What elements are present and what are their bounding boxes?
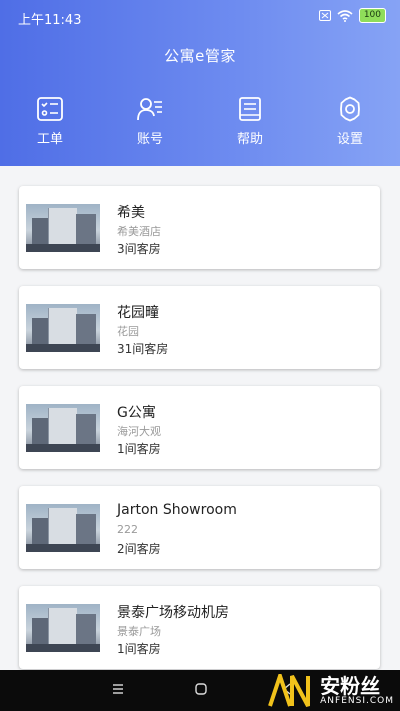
watermark-logo [268,674,311,707]
watermark-en: ANFENSI.COM [320,696,394,706]
property-subtitle: 222 [117,523,138,536]
property-card[interactable]: Jarton Showroom 222 2间客房 [19,486,380,569]
watermark: 安粉丝 ANFENSI.COM [268,674,394,708]
property-thumbnail [26,504,100,552]
property-name: 花园疃 [117,305,159,321]
sim-off-icon [318,10,331,21]
user-list-icon [137,98,162,121]
property-card[interactable]: G公寓 海河大观 1间客房 [19,386,380,469]
menu-icon[interactable] [111,682,125,696]
nav-item-settings[interactable]: 设置 [315,96,385,147]
status-icons: 100 [318,8,386,23]
nav-label-help: 帮助 [236,132,263,147]
home-icon[interactable] [194,682,208,696]
property-subtitle: 景泰广场 [117,625,161,638]
property-subtitle: 希美酒店 [117,225,161,238]
checklist-icon [37,97,63,121]
status-bar: 上午11:43 100 [0,0,400,34]
property-thumbnail [26,304,100,352]
property-room-count: 1间客房 [117,642,161,656]
nav-item-help[interactable]: 帮助 [215,96,285,147]
property-card[interactable]: 景泰广场移动机房 景泰广场 1间客房 [19,586,380,669]
wifi-icon [337,9,353,22]
page-title: 公寓e管家 [164,47,236,65]
nav-item-account[interactable]: 账号 [115,96,185,147]
property-room-count: 2间客房 [117,542,161,556]
property-room-count: 3间客房 [117,242,161,256]
property-name: 景泰广场移动机房 [117,605,229,621]
property-thumbnail [26,404,100,452]
property-subtitle: 花园 [117,325,139,338]
property-thumbnail [26,604,100,652]
property-card[interactable]: 花园疃 花园 31间客房 [19,286,380,369]
nav-label-account: 账号 [136,132,163,147]
property-subtitle: 海河大观 [117,425,161,438]
property-room-count: 31间客房 [117,342,169,356]
property-room-count: 1间客房 [117,442,161,456]
property-name: 希美 [117,205,145,221]
gear-icon [340,96,360,122]
property-name: Jarton Showroom [117,502,237,518]
nav-label-settings: 设置 [336,132,363,147]
status-time: 上午11:43 [18,13,82,28]
property-name: G公寓 [117,405,156,421]
top-nav: 工单 账号 帮助 设置 [0,96,400,156]
property-thumbnail [26,204,100,252]
nav-label-workorder: 工单 [36,132,63,147]
property-card[interactable]: 希美 希美酒店 3间客房 [19,186,380,269]
nav-item-workorder[interactable]: 工单 [15,96,85,147]
app-header: 上午11:43 100 公寓e管家 工单 账号 帮助 设置 [0,0,400,166]
book-icon [239,97,261,121]
battery-indicator: 100 [358,8,386,23]
watermark-cn: 安粉丝 [320,674,381,698]
